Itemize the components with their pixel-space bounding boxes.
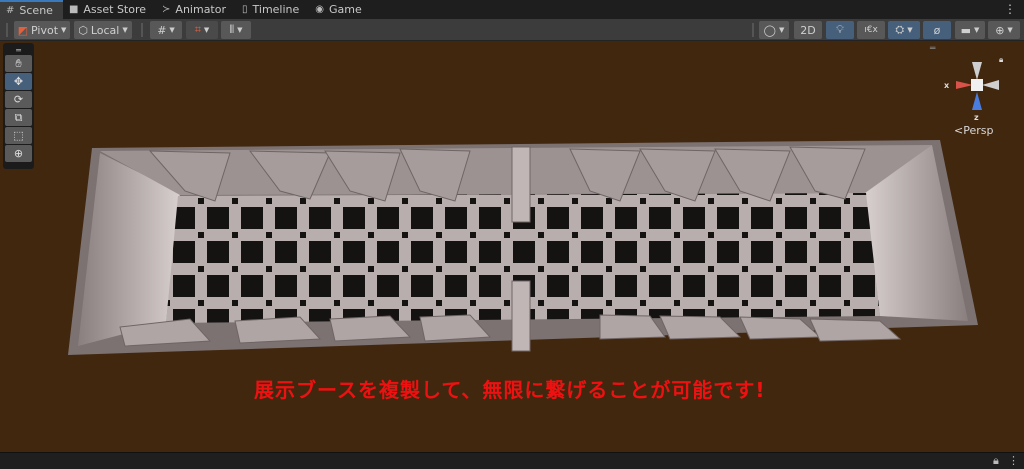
chevron-down-icon: ▼ bbox=[974, 26, 980, 34]
chevron-down-icon: ▼ bbox=[169, 26, 175, 34]
rect-tool-button[interactable]: ⬚ bbox=[5, 127, 32, 144]
align-button[interactable]: ⫴ ▼ bbox=[221, 21, 251, 39]
tab-label: Asset Store bbox=[83, 3, 147, 16]
hand-icon: ✋︎ bbox=[15, 56, 22, 70]
local-label: Local bbox=[90, 23, 120, 37]
align-icon: ⫴ bbox=[229, 23, 235, 36]
cube-icon: ⬡ bbox=[78, 23, 88, 37]
chevron-down-icon: ▼ bbox=[907, 26, 913, 34]
toolbar-separator bbox=[141, 23, 143, 37]
lighting-toggle[interactable]: 💡︎ bbox=[826, 21, 854, 39]
toolbar-separator bbox=[752, 23, 754, 37]
effects-dropdown[interactable]: ⛭ ▼ bbox=[888, 21, 920, 39]
scale-tool-button[interactable]: ⧉ bbox=[5, 109, 32, 126]
gizmos-dropdown[interactable]: ⊕ ▼ bbox=[988, 21, 1020, 39]
chevron-down-icon: ▼ bbox=[237, 26, 243, 34]
gizmo-icon: ⊕ bbox=[995, 23, 1005, 37]
more-options-icon[interactable]: ⋮ bbox=[1008, 454, 1019, 467]
tab-label: Scene bbox=[19, 4, 53, 17]
projection-toggle[interactable]: <Persp bbox=[954, 124, 993, 137]
projection-label: Persp bbox=[963, 124, 994, 137]
tab-asset-store[interactable]: ■ Asset Store bbox=[63, 0, 156, 19]
local-dropdown[interactable]: ⬡ Local ▼ bbox=[74, 21, 132, 39]
effects-icon: ⛭ bbox=[895, 23, 905, 36]
pivot-dropdown[interactable]: ◩ Pivot ▼ bbox=[14, 21, 70, 39]
rotate-tool-button[interactable]: ⟳ bbox=[5, 91, 32, 108]
move-icon: ✥ bbox=[13, 75, 24, 88]
tab-label: Game bbox=[329, 3, 362, 16]
tools-overlay: ═ ✋︎ ✥ ⟳ ⧉ ⬚ ⊕ bbox=[3, 43, 34, 169]
toolbar-grip[interactable] bbox=[6, 23, 8, 37]
grid-snap-button[interactable]: # ▼ bbox=[150, 21, 182, 39]
tab-animator[interactable]: ≻ Animator bbox=[156, 0, 236, 19]
scene-visibility-toggle[interactable]: ø bbox=[923, 21, 951, 39]
gizmo-drag-handle[interactable]: ═ bbox=[930, 44, 935, 54]
grid-snap-icon: # bbox=[157, 23, 167, 37]
tab-label: Animator bbox=[175, 3, 226, 16]
2d-label: 2D bbox=[800, 23, 816, 37]
tab-timeline[interactable]: ▯ Timeline bbox=[236, 0, 309, 19]
draw-mode-dropdown[interactable]: ◯ ▼ bbox=[759, 21, 789, 39]
scale-icon: ⧉ bbox=[14, 110, 23, 124]
chevron-down-icon: ▼ bbox=[61, 26, 67, 34]
increment-snap-button[interactable]: ⌗ ▼ bbox=[186, 21, 218, 39]
pivot-label: Pivot bbox=[31, 23, 59, 37]
tab-bar: # Scene ■ Asset Store ≻ Animator ▯ Timeline … bbox=[0, 0, 1024, 19]
grid-icon: # bbox=[6, 5, 15, 16]
bag-icon: ■ bbox=[68, 4, 79, 15]
audio-mute-icon: ı€x bbox=[864, 25, 878, 35]
rect-icon: ⬚ bbox=[13, 129, 24, 142]
scene-toolbar: ◩ Pivot ▼ ⬡ Local ▼ # ▼ ⌗ ▼ ⫴ ▼ ◯ ▼ 2D 💡︎ ı€x ⛭ ▼… bbox=[0, 19, 1024, 41]
animator-icon: ≻ bbox=[162, 4, 171, 15]
rotate-icon: ⟳ bbox=[13, 93, 24, 106]
hand-tool-button[interactable]: ✋︎ bbox=[5, 55, 32, 72]
tab-scene[interactable]: # Scene bbox=[0, 0, 63, 19]
chevron-left-icon: < bbox=[954, 124, 964, 137]
audio-toggle[interactable]: ı€x bbox=[857, 21, 885, 39]
tab-game[interactable]: ◉ Game bbox=[309, 0, 371, 19]
camera-dropdown[interactable]: ▬ ▼ bbox=[955, 21, 985, 39]
chevron-down-icon: ▼ bbox=[1007, 26, 1013, 34]
timeline-icon: ▯ bbox=[242, 4, 248, 15]
x-axis-label: x bbox=[944, 81, 950, 90]
status-bar: 🔒︎ ⋮ bbox=[0, 452, 1024, 469]
toggle-2d-button[interactable]: 2D bbox=[794, 21, 822, 39]
lock-icon[interactable]: 🔒︎ bbox=[993, 454, 999, 468]
gamepad-icon: ◉ bbox=[315, 4, 325, 15]
lightbulb-icon: 💡︎ bbox=[836, 23, 844, 36]
move-tool-button[interactable]: ✥ bbox=[5, 73, 32, 90]
camera-icon: ▬ bbox=[960, 23, 971, 37]
lock-icon[interactable]: 🔒︎ bbox=[999, 55, 1003, 64]
pivot-icon: ◩ bbox=[17, 23, 28, 37]
chevron-down-icon: ▼ bbox=[122, 26, 128, 34]
overlay-drag-handle[interactable]: ═ bbox=[5, 45, 32, 55]
shading-icon: ◯ bbox=[763, 23, 776, 37]
chevron-down-icon: ▼ bbox=[778, 26, 785, 34]
snap-icon: ⌗ bbox=[194, 23, 201, 36]
more-options-icon[interactable]: ⋮ bbox=[1004, 2, 1016, 16]
transform-icon: ⊕ bbox=[13, 147, 24, 160]
exhibition-room-model[interactable] bbox=[68, 140, 978, 355]
chevron-down-icon: ▼ bbox=[203, 26, 210, 34]
z-axis-label: z bbox=[974, 113, 979, 122]
caption-text: 展示ブースを複製して、無限に繋げることが可能です! bbox=[254, 378, 766, 402]
tab-label: Timeline bbox=[252, 3, 300, 16]
transform-tool-button[interactable]: ⊕ bbox=[5, 145, 32, 162]
eye-hidden-icon: ø bbox=[933, 23, 941, 37]
